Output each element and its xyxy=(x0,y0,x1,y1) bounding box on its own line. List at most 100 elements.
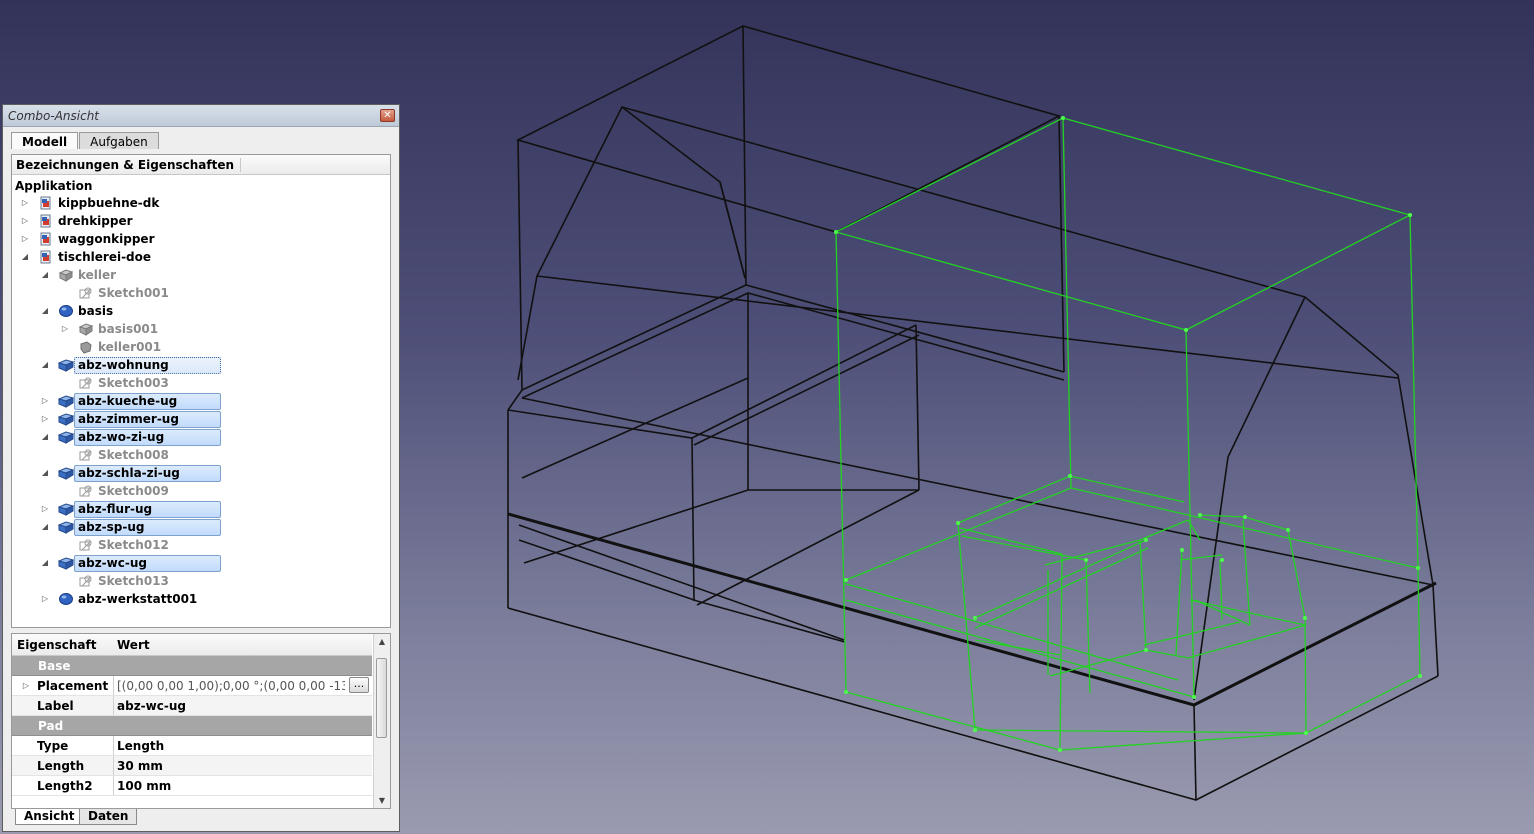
tab-ansicht[interactable]: Ansicht xyxy=(15,809,84,825)
model-tree[interactable]: Bezeichnungen & Eigenschaften Applikatio… xyxy=(11,154,391,628)
tree-item-label: abz-wohnung xyxy=(78,358,169,372)
tree-item-abz-sp-ug[interactable]: ◢ abz-sp-ug xyxy=(12,519,390,536)
pad-blue-icon xyxy=(57,466,75,480)
property-header: Eigenschaft Wert xyxy=(12,634,372,656)
property-group-pad[interactable]: Pad xyxy=(12,716,372,736)
tree-item-label: basis001 xyxy=(98,322,159,336)
tree-item-sketch003[interactable]: Sketch003 xyxy=(12,375,390,392)
property-value[interactable]: 30 mm xyxy=(117,759,345,773)
pad-blue-icon xyxy=(57,430,75,444)
tree-item-drehkipper[interactable]: ▷ drehkipper xyxy=(12,213,390,230)
collapsed-arrow-icon[interactable]: ▷ xyxy=(40,594,50,604)
expanded-arrow-icon[interactable]: ◢ xyxy=(40,468,50,478)
tree-item-kippbuehne-dk[interactable]: ▷ kippbuehne-dk xyxy=(12,195,390,212)
column-value: Wert xyxy=(117,638,150,652)
tree-item-label: keller xyxy=(78,268,117,282)
property-value[interactable]: Length xyxy=(117,739,345,753)
sketch-icon xyxy=(78,376,94,390)
tree-item-abz-flur-ug[interactable]: ▷ abz-flur-ug xyxy=(12,501,390,518)
property-value[interactable]: [(0,00 0,00 1,00);0,00 °;(0,00 0,00 -13,… xyxy=(117,679,345,693)
property-row-length[interactable]: Length 30 mm xyxy=(12,756,372,776)
tree-item-tischlerei-doe[interactable]: ◢ tischlerei-doe xyxy=(12,249,390,266)
property-value[interactable]: abz-wc-ug xyxy=(117,699,345,713)
tree-item-abz-wohnung[interactable]: ◢ abz-wohnung xyxy=(12,357,390,374)
property-scrollbar[interactable]: ▲ ▼ xyxy=(373,634,390,808)
tree-item-abz-zimmer-ug[interactable]: ▷ abz-zimmer-ug xyxy=(12,411,390,428)
tree-item-label: abz-wo-zi-ug xyxy=(78,430,165,444)
pad-blue-icon xyxy=(57,412,75,426)
tree-item-label: waggonkipper xyxy=(58,232,155,246)
tree-item-sketch008[interactable]: Sketch008 xyxy=(12,447,390,464)
property-row-length2[interactable]: Length2 100 mm xyxy=(12,776,372,796)
collapsed-arrow-icon[interactable]: ▷ xyxy=(40,504,50,514)
property-value[interactable]: 100 mm xyxy=(117,779,345,793)
property-row-type[interactable]: Type Length xyxy=(12,736,372,756)
sketch-icon xyxy=(78,448,94,462)
tree-item-keller[interactable]: ◢ keller xyxy=(12,267,390,284)
close-icon[interactable]: ✕ xyxy=(380,109,395,122)
combo-view-panel: Combo-Ansicht ✕ Modell Aufgaben Bezeichn… xyxy=(2,104,400,832)
combo-title: Combo-Ansicht xyxy=(8,109,100,123)
group-label: Pad xyxy=(38,719,64,733)
expanded-arrow-icon[interactable]: ◢ xyxy=(20,252,30,262)
property-editor[interactable]: Eigenschaft Wert Base ▷ Placement [(0,00 0,… xyxy=(11,633,391,809)
expanded-arrow-icon[interactable]: ◢ xyxy=(40,270,50,280)
tree-item-basis001[interactable]: ▷ basis001 xyxy=(12,321,390,338)
tree-item-abz-werkstatt001[interactable]: ▷ abz-werkstatt001 xyxy=(12,591,390,608)
document-icon xyxy=(38,196,54,210)
body-icon xyxy=(58,304,74,318)
column-divider xyxy=(113,696,114,715)
tree-header-label: Bezeichnungen & Eigenschaften xyxy=(16,158,242,172)
tree-item-label: abz-werkstatt001 xyxy=(78,592,198,606)
tree-item-keller001[interactable]: keller001 xyxy=(12,339,390,356)
scroll-up-icon[interactable]: ▲ xyxy=(374,634,390,649)
scrollbar-thumb[interactable] xyxy=(376,658,387,738)
pad-blue-icon xyxy=(57,556,75,570)
combo-title-bar[interactable]: Combo-Ansicht ✕ xyxy=(3,105,399,127)
property-name: Label xyxy=(37,699,74,713)
collapsed-arrow-icon[interactable]: ▷ xyxy=(20,234,30,244)
tree-item-label: Sketch013 xyxy=(98,574,169,588)
sketch-icon xyxy=(78,538,94,552)
tree-item-abz-wc-ug[interactable]: ◢ abz-wc-ug xyxy=(12,555,390,572)
document-icon xyxy=(38,232,54,246)
pad-blue-icon xyxy=(57,394,75,408)
tab-daten[interactable]: Daten xyxy=(79,809,138,825)
expanded-arrow-icon[interactable]: ◢ xyxy=(40,360,50,370)
pad-blue-icon xyxy=(57,520,75,534)
tree-item-sketch012[interactable]: Sketch012 xyxy=(12,537,390,554)
tab-modell[interactable]: Modell xyxy=(11,132,79,149)
tree-item-label: abz-kueche-ug xyxy=(78,394,178,408)
collapsed-arrow-icon[interactable]: ▷ xyxy=(60,324,70,334)
tree-item-sketch001[interactable]: Sketch001 xyxy=(12,285,390,302)
expanded-arrow-icon[interactable]: ◢ xyxy=(40,558,50,568)
tab-aufgaben[interactable]: Aufgaben xyxy=(79,132,159,149)
scroll-down-icon[interactable]: ▼ xyxy=(374,793,390,808)
body-icon xyxy=(58,592,74,606)
property-name: Placement xyxy=(37,679,109,693)
tree-item-basis[interactable]: ◢ basis xyxy=(12,303,390,320)
property-group-base[interactable]: Base xyxy=(12,656,372,676)
tree-item-label: basis xyxy=(78,304,114,318)
expanded-arrow-icon[interactable]: ◢ xyxy=(40,432,50,442)
tree-item-sketch013[interactable]: Sketch013 xyxy=(12,573,390,590)
property-row-label[interactable]: Label abz-wc-ug xyxy=(12,696,372,716)
tree-item-waggonkipper[interactable]: ▷ waggonkipper xyxy=(12,231,390,248)
column-divider xyxy=(113,676,114,695)
collapsed-arrow-icon[interactable]: ▷ xyxy=(21,681,31,691)
expanded-arrow-icon[interactable]: ◢ xyxy=(40,522,50,532)
placement-edit-button[interactable]: ... xyxy=(349,677,369,693)
tree-item-abz-kueche-ug[interactable]: ▷ abz-kueche-ug xyxy=(12,393,390,410)
tree-item-sketch009[interactable]: Sketch009 xyxy=(12,483,390,500)
collapsed-arrow-icon[interactable]: ▷ xyxy=(20,216,30,226)
tree-item-abz-wo-zi-ug[interactable]: ◢ abz-wo-zi-ug xyxy=(12,429,390,446)
collapsed-arrow-icon[interactable]: ▷ xyxy=(40,396,50,406)
property-row-placement[interactable]: ▷ Placement [(0,00 0,00 1,00);0,00 °;(0,00… xyxy=(12,676,372,696)
tree-item-label: tischlerei-doe xyxy=(58,250,152,264)
collapsed-arrow-icon[interactable]: ▷ xyxy=(40,414,50,424)
expanded-arrow-icon[interactable]: ◢ xyxy=(40,306,50,316)
collapsed-arrow-icon[interactable]: ▷ xyxy=(20,198,30,208)
tree-item-abz-schla-zi-ug[interactable]: ◢ abz-schla-zi-ug xyxy=(12,465,390,482)
tree-item-label: abz-wc-ug xyxy=(78,556,147,570)
sketch-icon xyxy=(78,484,94,498)
